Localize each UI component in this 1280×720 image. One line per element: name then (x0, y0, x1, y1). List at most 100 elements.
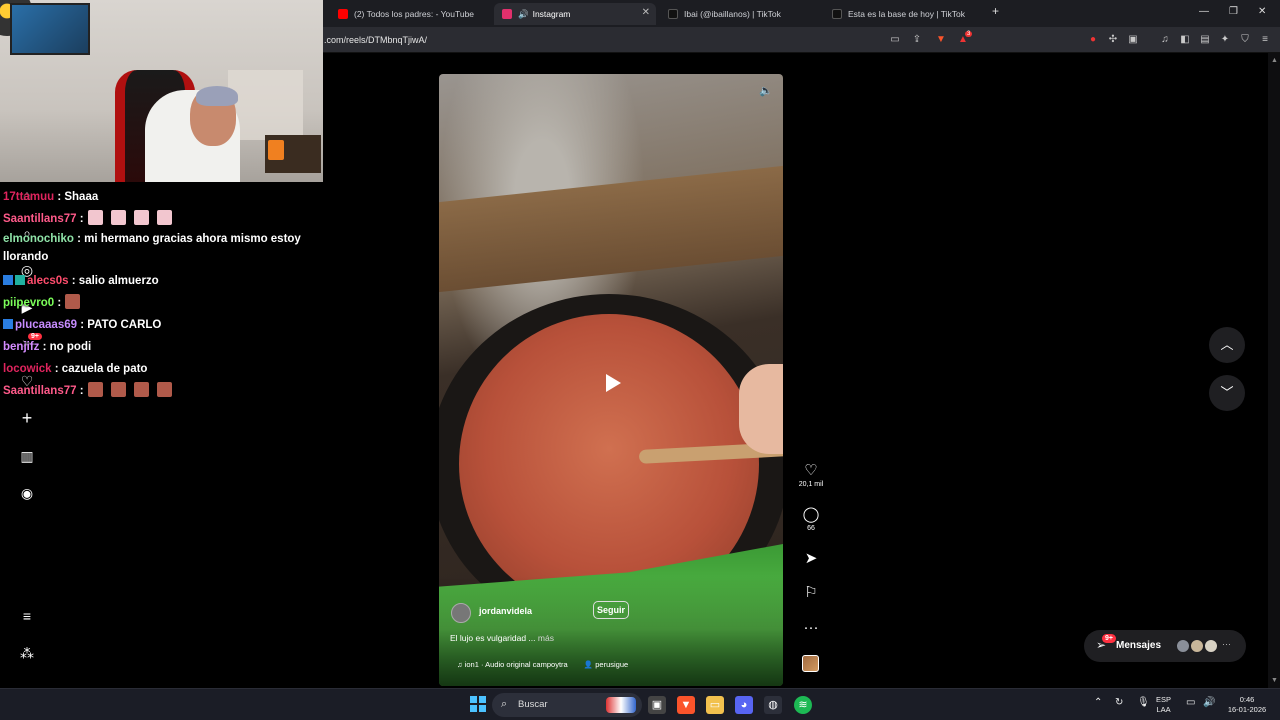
dashboard-icon[interactable]: ▥ (18, 447, 36, 465)
windows-start-icon[interactable] (469, 696, 487, 714)
tab-tiktok-base[interactable]: Esta es la base de hoy | TikTok (824, 3, 986, 25)
vpn-icon[interactable]: ⛉ (1239, 34, 1251, 46)
chat-username[interactable]: elmonochiko (3, 233, 74, 245)
taskbar-search[interactable]: ⌕ Buscar (492, 693, 642, 717)
tab-instagram[interactable]: 🔊 Instagram ✕ (494, 3, 656, 25)
share-button[interactable]: ➤ (795, 551, 827, 567)
network-sync-icon[interactable]: ↻ (1115, 697, 1123, 708)
minimize-button[interactable]: — (1199, 6, 1209, 17)
cast-icon[interactable]: ▭ (889, 34, 901, 46)
menu-icon[interactable]: ≡ (18, 607, 36, 625)
play-icon[interactable] (599, 370, 625, 396)
microphone-icon[interactable]: 🎙 (1137, 697, 1150, 708)
reel-video[interactable]: 🔈 jordanvidela Seguir El lujo es vulgari… (439, 74, 783, 686)
media-icon[interactable]: ♫ (1159, 34, 1171, 46)
caption-text: El lujo es vulgaridad ... (450, 633, 536, 643)
share-icon[interactable]: ⇪ (911, 34, 923, 46)
chat-username[interactable]: plucaaas69 (15, 319, 77, 331)
clock-date: 16-01-2026 (1227, 705, 1267, 714)
leo-ai-icon[interactable]: ✦ (1219, 34, 1231, 46)
chat-emote-icon (156, 382, 172, 397)
chat-username[interactable]: locowick (3, 363, 52, 375)
save-button[interactable]: ⚐ (795, 585, 827, 601)
messages-count-badge: 9+ (1102, 634, 1116, 643)
music-icon: ♫ (457, 660, 463, 669)
brave-browser-icon[interactable]: ▼ (677, 696, 695, 714)
spotify-icon[interactable]: ≋ (794, 696, 812, 714)
page-scrollbar[interactable]: ▲ ▼ (1268, 53, 1280, 688)
person-icon: 👤 (583, 660, 594, 669)
avatar (1176, 639, 1190, 653)
close-window-button[interactable]: ✕ (1258, 6, 1266, 17)
webcam-overlay (0, 0, 323, 182)
obs-icon[interactable]: ◍ (764, 696, 782, 714)
discord-icon[interactable]: ◕ (735, 696, 753, 714)
author-avatar[interactable] (451, 603, 471, 623)
search-placeholder: Buscar (518, 699, 548, 710)
author-name[interactable]: jordanvidela (479, 606, 532, 616)
display-icon[interactable]: ▭ (1186, 697, 1195, 708)
new-tab-button[interactable]: + (992, 4, 999, 18)
video-frame-hand (739, 364, 783, 454)
chat-text: : (79, 213, 84, 225)
caption-more-link[interactable]: más (538, 633, 554, 643)
tab-tiktok-ibai[interactable]: Ibai (@ibaillanos) | TikTok (660, 3, 820, 25)
instagram-icon (502, 9, 512, 19)
chat-username[interactable]: benjifz (3, 341, 39, 353)
video-overlay-gradient (439, 576, 783, 686)
tab-title: Instagram (532, 9, 571, 19)
chat-message: benjifz : no podi (3, 336, 323, 358)
tray-overflow-icon[interactable]: ⌃ (1094, 697, 1102, 708)
messages-bar[interactable]: ➢ 9+ Mensajes ··· (1084, 630, 1246, 662)
chat-message: Saantillans77 : (3, 208, 323, 230)
tagged-user[interactable]: perusigue (595, 660, 628, 669)
clock-time: 0:46 (1239, 695, 1255, 704)
tab-youtube[interactable]: (2) Todos los padres: - YouTube (330, 3, 490, 25)
chat-emote-icon (110, 210, 126, 225)
close-tab-icon[interactable]: ✕ (642, 7, 650, 18)
extensions-icon[interactable]: ✣ (1107, 34, 1119, 46)
chat-username[interactable]: piipevro0 (3, 297, 54, 309)
scroll-down-arrow-icon[interactable]: ▼ (1271, 677, 1278, 684)
speaker-icon: 🔊 (518, 8, 529, 19)
chat-message: 17ttamuu : Shaaa (3, 186, 323, 208)
audio-thumbnail[interactable] (802, 655, 819, 672)
like-count: 20,1 mil (798, 481, 824, 488)
follow-button[interactable]: Seguir (593, 601, 629, 619)
language-bottom: LAA (1156, 705, 1171, 714)
chat-text: : no podi (42, 341, 92, 353)
more-apps-icon[interactable]: ⁂ (18, 644, 36, 662)
scroll-up-arrow-icon[interactable]: ▲ (1271, 57, 1278, 64)
chat-username[interactable]: Saantillans77 (3, 385, 77, 397)
screenshot-icon[interactable]: ▣ (1127, 34, 1139, 46)
send-icon: ➤ (804, 550, 818, 567)
record-icon[interactable]: ● (1087, 34, 1099, 46)
chat-message: Saantillans77 : (3, 380, 323, 402)
wallet-icon[interactable]: ▤ (1199, 34, 1211, 46)
mute-icon[interactable]: 🔈 (759, 84, 773, 97)
profile-icon[interactable]: ◉ (18, 484, 36, 502)
task-view-icon[interactable]: ▣ (648, 696, 666, 714)
sidebar-toggle-icon[interactable]: ◧ (1179, 34, 1191, 46)
chat-username[interactable]: Saantillans77 (3, 213, 77, 225)
url-field[interactable]: .com/reels/DTMbnqTjiwA/ (324, 35, 427, 45)
brave-shield-icon[interactable]: ▼ (935, 34, 947, 46)
previous-reel-button[interactable]: ︿ (1209, 327, 1245, 363)
create-icon[interactable]: + (18, 409, 36, 427)
video-frame-wood (439, 165, 783, 293)
chat-username[interactable]: alecs0s (27, 275, 69, 287)
webcam-tv (10, 3, 90, 55)
more-options-button[interactable]: ··· (795, 620, 827, 636)
menu-icon[interactable]: ≡ (1259, 34, 1271, 46)
chat-username[interactable]: 17ttamuu (3, 191, 54, 203)
search-icon: ⌕ (501, 698, 508, 710)
audio-text[interactable]: ion1 · Audio original campoytra (465, 660, 568, 669)
maximize-button[interactable]: ❐ (1229, 6, 1238, 17)
file-explorer-icon[interactable]: ▭ (706, 696, 724, 714)
like-button[interactable]: ♡ 20,1 mil (795, 463, 827, 489)
clock[interactable]: 0:46 16-01-2026 (1222, 695, 1272, 715)
next-reel-button[interactable]: ﹀ (1209, 375, 1245, 411)
language-indicator[interactable]: ESP LAA (1156, 695, 1171, 715)
comment-button[interactable]: ◯ 66 (795, 507, 827, 533)
volume-icon[interactable]: 🔊 (1203, 697, 1215, 708)
